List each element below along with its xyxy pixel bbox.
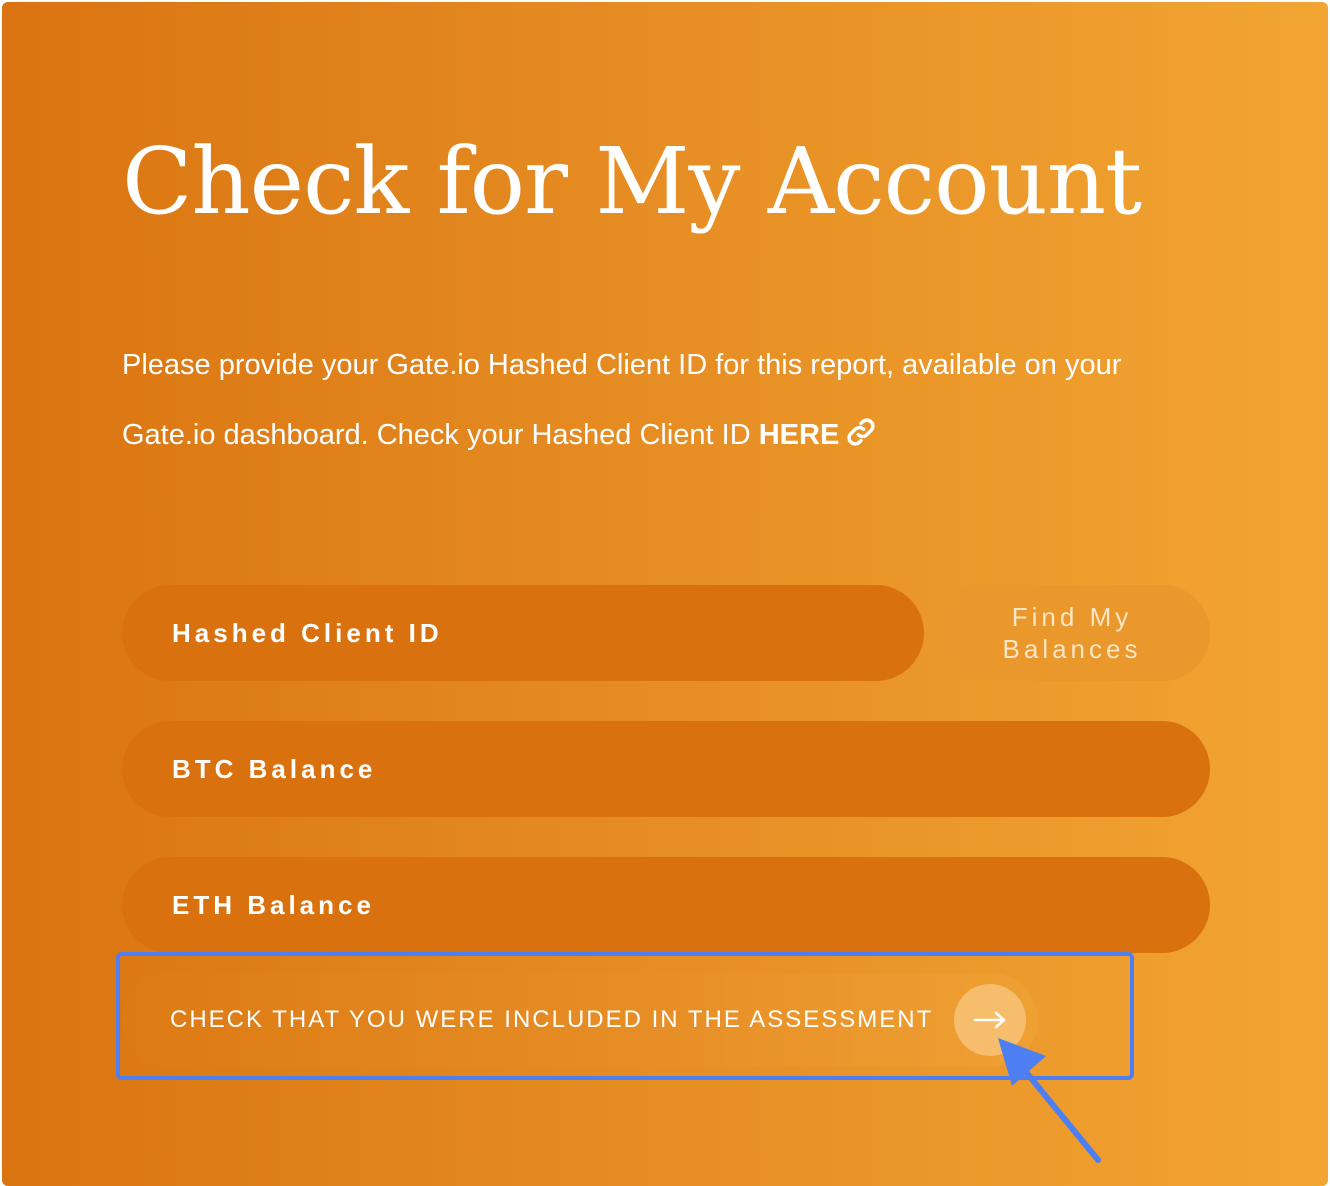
instructions-line-2: Gate.io dashboard. Check your Hashed Cli… — [122, 419, 759, 451]
link-icon — [845, 404, 877, 474]
hashed-client-id-field — [122, 584, 924, 682]
instructions-line-1: Please provide your Gate.io Hashed Clien… — [122, 349, 1122, 381]
hashed-client-id-input[interactable] — [170, 584, 924, 682]
page-title: Check for My Account — [122, 128, 1142, 235]
btc-balance-input[interactable] — [170, 720, 1210, 818]
eth-balance-input[interactable] — [170, 856, 1210, 954]
instructions-text: Please provide your Gate.io Hashed Clien… — [122, 330, 1222, 474]
check-inclusion-label: CHECK THAT YOU WERE INCLUDED IN THE ASSE… — [170, 1006, 934, 1033]
btc-balance-field — [122, 720, 1210, 818]
arrow-right-icon — [954, 984, 1026, 1056]
here-link-label: HERE — [758, 419, 840, 451]
find-my-balances-button[interactable]: Find My Balances — [934, 585, 1210, 681]
check-inclusion-button[interactable]: CHECK THAT YOU WERE INCLUDED IN THE ASSE… — [122, 973, 1038, 1067]
here-link[interactable]: HERE — [758, 418, 878, 451]
eth-balance-field — [122, 856, 1210, 954]
